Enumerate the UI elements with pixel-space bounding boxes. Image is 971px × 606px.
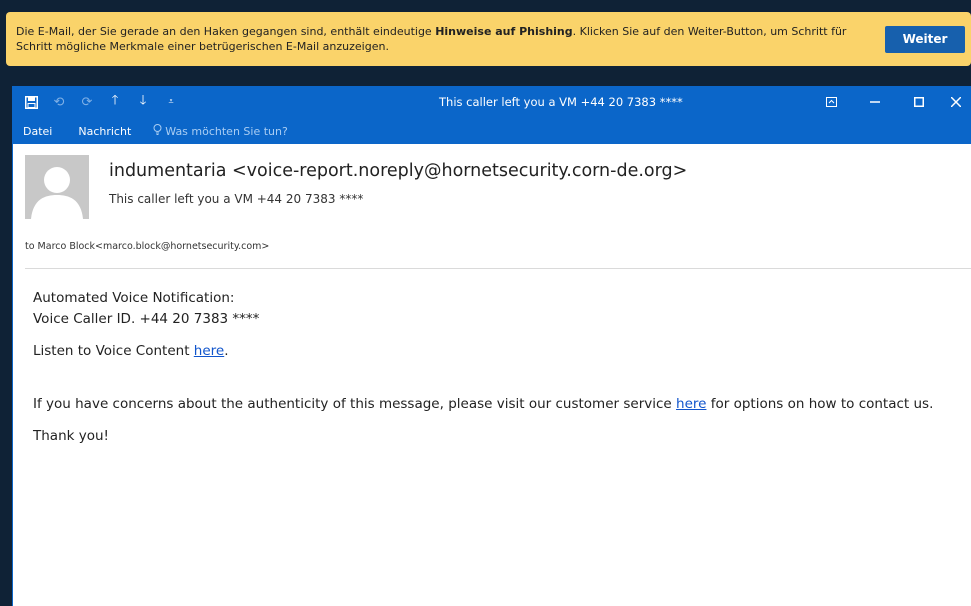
minimize-icon[interactable] — [853, 86, 897, 118]
banner-text-bold: Hinweise auf Phishing — [435, 25, 573, 38]
recipient-line: to Marco Block<marco.block@hornetsecurit… — [25, 241, 270, 252]
window-controls — [809, 86, 971, 118]
concern-text: If you have concerns about the authentic… — [33, 396, 677, 412]
customer-service-link[interactable]: here — [676, 396, 706, 412]
concern-paragraph: If you have concerns about the authentic… — [33, 394, 951, 415]
maximize-icon[interactable] — [897, 86, 941, 118]
message-subject: This caller left you a VM +44 20 7383 **… — [109, 192, 364, 206]
listen-text: Listen to Voice Content — [33, 343, 194, 359]
title-bar: ⟲ ⟳ 🡑 🡓 ⩡ This caller left you a VM +44 … — [13, 86, 971, 118]
ribbon-tabs: Datei Nachricht Was möchten Sie tun? — [13, 118, 971, 144]
down-arrow-icon[interactable]: 🡓 — [129, 86, 157, 118]
lightbulb-icon — [153, 124, 162, 138]
close-icon[interactable] — [941, 86, 971, 118]
customize-icon[interactable]: ⩡ — [157, 86, 185, 118]
body-line: Voice Caller ID. +44 20 7383 **** — [33, 311, 260, 327]
undo-icon[interactable]: ⟲ — [45, 86, 73, 118]
avatar-placeholder-icon — [25, 155, 89, 219]
phishing-hint-banner: Die E-Mail, der Sie gerade an den Haken … — [6, 12, 971, 66]
redo-icon[interactable]: ⟳ — [73, 86, 101, 118]
concern-end: for options on how to contact us. — [706, 396, 934, 412]
tab-file[interactable]: Datei — [13, 125, 66, 138]
tell-me-label: Was möchten Sie tun? — [165, 124, 288, 138]
tab-message[interactable]: Nachricht — [66, 125, 145, 138]
voice-content-link[interactable]: here — [194, 343, 224, 359]
banner-text: Die E-Mail, der Sie gerade an den Haken … — [16, 24, 876, 54]
outlook-message-window: ⟲ ⟳ 🡑 🡓 ⩡ This caller left you a VM +44 … — [12, 86, 971, 606]
listen-end: . — [224, 343, 229, 359]
tell-me-search[interactable]: Was möchten Sie tun? — [145, 124, 288, 138]
save-icon[interactable] — [17, 86, 45, 118]
header-divider — [25, 268, 971, 269]
message-header: indumentaria <voice-report.noreply@horne… — [13, 144, 971, 274]
listen-paragraph: Listen to Voice Content here. — [33, 341, 951, 362]
message-body: Automated Voice Notification: Voice Call… — [13, 274, 971, 447]
sender: indumentaria <voice-report.noreply@horne… — [109, 161, 688, 181]
weiter-button[interactable]: Weiter — [885, 25, 965, 53]
up-arrow-icon[interactable]: 🡑 — [101, 86, 129, 118]
thanks-line: Thank you! — [33, 428, 109, 444]
restore-ribbon-icon[interactable] — [809, 86, 853, 118]
body-line: Automated Voice Notification: — [33, 290, 235, 306]
quick-access-toolbar: ⟲ ⟳ 🡑 🡓 ⩡ — [13, 86, 185, 118]
banner-text-part: Die E-Mail, der Sie gerade an den Haken … — [16, 25, 436, 38]
window-title: This caller left you a VM +44 20 7383 **… — [439, 95, 683, 109]
